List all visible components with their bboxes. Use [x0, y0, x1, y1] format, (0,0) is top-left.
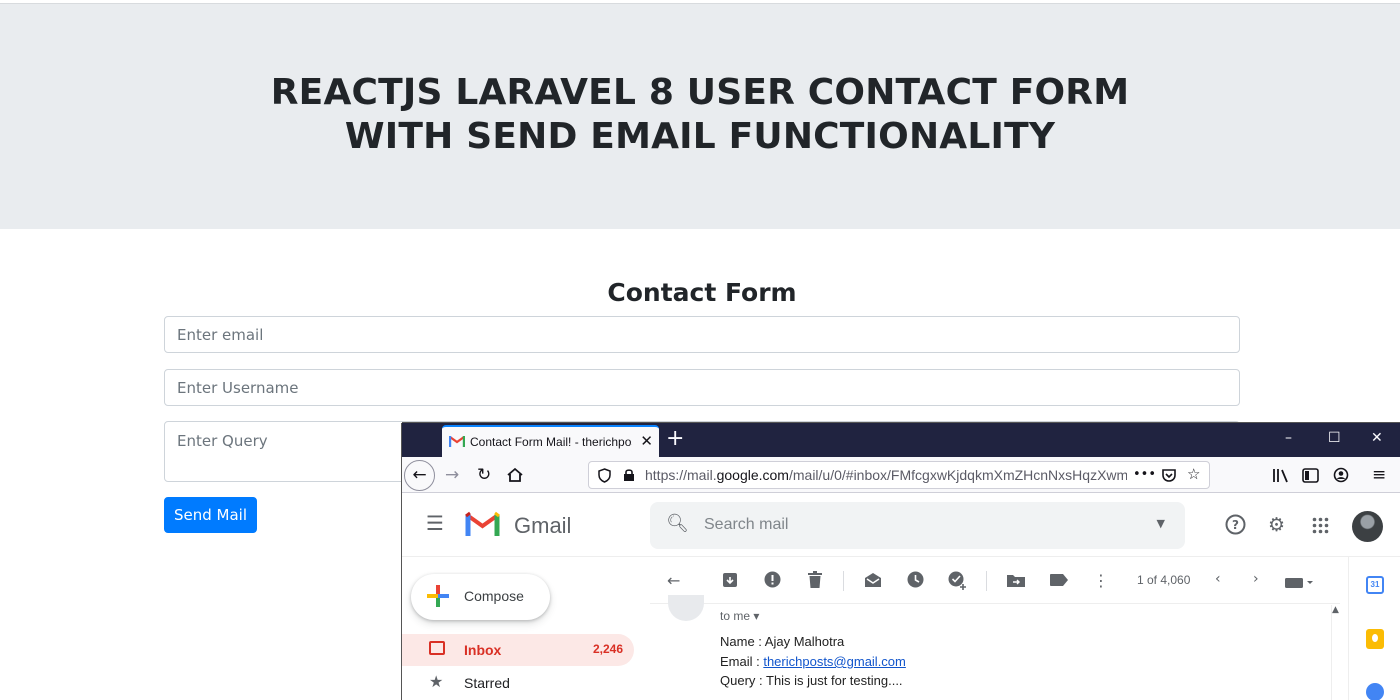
account-avatar[interactable] — [1352, 511, 1383, 542]
apps-grid-icon[interactable] — [1312, 517, 1329, 534]
home-icon[interactable] — [506, 467, 524, 483]
tasks-icon[interactable] — [1366, 683, 1384, 700]
username-field[interactable] — [164, 369, 1240, 406]
jumbotron: REACTJS LARAVEL 8 USER CONTACT FORM WITH… — [0, 3, 1400, 229]
move-to-icon[interactable] — [1007, 573, 1025, 587]
mark-unread-icon[interactable] — [864, 572, 882, 588]
message-name-line: Name : Ajay Malhotra — [720, 634, 845, 649]
label-icon[interactable] — [1050, 574, 1068, 586]
page-title-line2: WITH SEND EMAIL FUNCTIONALITY — [344, 116, 1056, 157]
browser-navbar: ← → ↻ https://mail.google.com/mail/u/0/#… — [402, 457, 1400, 493]
add-to-tasks-icon[interactable] — [948, 571, 967, 590]
sidebar-item-starred[interactable]: ★ Starred — [402, 670, 634, 700]
search-icon[interactable]: 🔍︎ — [666, 513, 689, 534]
sidebar-icon[interactable] — [1302, 468, 1319, 483]
input-tools-icon[interactable] — [1285, 576, 1315, 588]
back-arrow-icon[interactable]: ← — [404, 460, 435, 491]
star-icon: ★ — [429, 672, 444, 691]
gmail-favicon-icon — [449, 436, 465, 447]
minimize-icon[interactable]: – — [1285, 430, 1292, 446]
compose-button[interactable]: Compose — [411, 574, 550, 620]
sender-avatar — [668, 595, 704, 621]
more-options-icon[interactable]: ⋮ — [1093, 571, 1109, 590]
url-bar[interactable]: https://mail.google.com/mail/u/0/#inbox/… — [588, 461, 1210, 489]
menu-icon[interactable]: ≡ — [1372, 465, 1386, 485]
email-field[interactable] — [164, 316, 1240, 353]
message-query-line: Query : This is just for testing.... — [720, 673, 903, 688]
search-options-icon[interactable]: ▼ — [1157, 517, 1165, 530]
gmail-app-name[interactable]: Gmail — [514, 513, 571, 539]
toolbar-divider-line — [650, 603, 1340, 604]
tab-close-icon[interactable]: ✕ — [640, 432, 653, 450]
window-close-icon[interactable]: ✕ — [1371, 430, 1383, 446]
search-input[interactable]: Search mail — [704, 516, 788, 534]
message-email-line: Email : therichposts@gmail.com — [720, 654, 906, 669]
reload-icon[interactable]: ↻ — [477, 465, 491, 485]
maximize-icon[interactable]: ☐ — [1328, 430, 1341, 446]
report-spam-icon[interactable] — [764, 571, 781, 588]
archive-icon[interactable] — [722, 572, 738, 588]
compose-label: Compose — [464, 588, 524, 604]
side-panel: 31 — [1348, 557, 1400, 700]
library-icon[interactable] — [1272, 468, 1290, 483]
pocket-icon[interactable] — [1161, 468, 1177, 483]
url-path: /mail/u/0/#inbox/FMfcgxwKjdqkmXmZHcnNxsH… — [788, 467, 1127, 483]
email-link[interactable]: therichposts@gmail.com — [763, 654, 906, 669]
sidebar-item-label: Starred — [464, 675, 510, 691]
browser-tab[interactable]: Contact Form Mail! - therichposts ✕ — [442, 425, 659, 457]
forward-arrow-icon[interactable]: → — [445, 465, 459, 485]
page-title: REACTJS LARAVEL 8 USER CONTACT FORM WITH… — [0, 71, 1400, 159]
sidebar-item-inbox[interactable]: Inbox 2,246 — [402, 634, 634, 666]
delete-icon[interactable] — [808, 571, 822, 588]
calendar-icon[interactable]: 31 — [1366, 576, 1384, 594]
older-chevron-icon[interactable]: › — [1253, 571, 1259, 587]
gmail-header: ☰ Gmail 🔍︎ Search mail ▼ ? ⚙ — [402, 494, 1400, 557]
page: REACTJS LARAVEL 8 USER CONTACT FORM WITH… — [0, 0, 1400, 700]
svg-text:?: ? — [1232, 518, 1239, 532]
search-mail-bar[interactable]: 🔍︎ Search mail ▼ — [650, 502, 1185, 549]
help-icon[interactable]: ? — [1225, 514, 1246, 535]
email-prefix: Email : — [720, 654, 764, 669]
gmail-logo-icon[interactable] — [465, 511, 500, 537]
pager-text: 1 of 4,060 — [1137, 573, 1191, 587]
scroll-up-icon[interactable]: ▲ — [1332, 605, 1339, 615]
bookmark-star-icon[interactable]: ☆ — [1187, 465, 1200, 483]
contact-form-heading: Contact Form — [607, 278, 797, 307]
sidebar-item-label: Inbox — [464, 642, 502, 658]
snooze-clock-icon[interactable] — [907, 571, 924, 588]
shield-icon[interactable] — [598, 468, 611, 483]
hamburger-menu-icon[interactable]: ☰ — [426, 511, 444, 535]
toolbar-divider — [843, 571, 844, 591]
toolbar-divider — [986, 571, 987, 591]
inbox-count-badge: 2,246 — [592, 642, 623, 656]
browser-window: Contact Form Mail! - therichposts ✕ + – … — [402, 423, 1400, 700]
url-text[interactable]: https://mail.google.com/mail/u/0/#inbox/… — [645, 467, 1127, 483]
page-actions-icon[interactable]: ••• — [1133, 467, 1156, 482]
browser-titlebar: Contact Form Mail! - therichposts ✕ + – … — [402, 423, 1400, 457]
account-icon[interactable] — [1333, 467, 1349, 483]
settings-gear-icon[interactable]: ⚙ — [1268, 514, 1285, 536]
new-tab-icon[interactable]: + — [666, 426, 684, 451]
url-domain: google.com — [716, 467, 789, 483]
tab-title: Contact Form Mail! - therichposts — [470, 435, 632, 449]
inbox-icon — [429, 641, 445, 655]
send-mail-button[interactable]: Send Mail — [164, 497, 257, 533]
message-scrollbar[interactable] — [1331, 605, 1345, 700]
compose-plus-icon — [427, 585, 449, 607]
keep-icon[interactable] — [1366, 629, 1384, 649]
recipient-details-toggle[interactable]: to me ▾ — [720, 609, 759, 623]
url-host: https://mail. — [645, 467, 717, 483]
lock-icon[interactable] — [623, 468, 635, 482]
newer-chevron-icon[interactable]: ‹ — [1215, 571, 1221, 587]
back-to-inbox-icon[interactable]: ← — [667, 571, 680, 590]
page-title-line1: REACTJS LARAVEL 8 USER CONTACT FORM — [270, 72, 1130, 113]
